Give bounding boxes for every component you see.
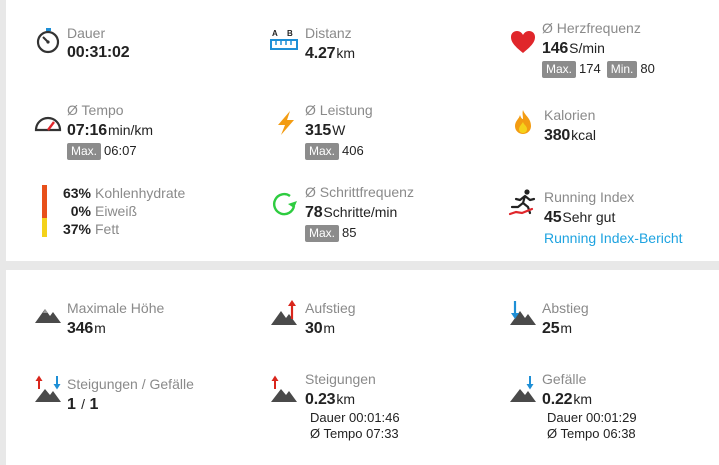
running-index-value: 45 <box>544 209 562 226</box>
running-index-report-link[interactable]: Running Index-Bericht <box>544 228 683 248</box>
declines-value: 0.22 <box>542 391 573 408</box>
distance-label: Distanz <box>305 25 352 41</box>
power-max-value: 406 <box>342 143 364 158</box>
macro-row-carbs: 63% Kohlenhydrate <box>62 185 186 201</box>
macro-bar-carbs <box>42 185 47 218</box>
heart-rate-value: 146 <box>542 40 569 57</box>
pace-unit: min/km <box>107 122 154 138</box>
cadence-unit: Schritte/min <box>323 204 398 220</box>
mountain-updown-icon <box>34 375 62 403</box>
calories-value: 380 <box>544 127 571 144</box>
macro-bar-fat <box>42 218 47 237</box>
macro-bar-icon <box>42 185 48 237</box>
inclines-duration: Dauer 00:01:46 <box>310 410 400 425</box>
svg-text:B: B <box>287 29 293 38</box>
runner-icon <box>508 188 536 216</box>
pace-value: 07:16 <box>67 122 107 139</box>
inclines-pace: Ø Tempo 07:33 <box>310 426 399 441</box>
pace-label: Ø Tempo <box>67 102 124 118</box>
power-label: Ø Leistung <box>305 102 373 118</box>
distance-value: 4.27 <box>305 45 336 62</box>
descent-label: Abstieg <box>542 300 589 316</box>
declines-pace: Ø Tempo 06:38 <box>547 426 636 441</box>
cadence-max-badge: Max. <box>305 224 340 242</box>
inclines-label: Steigungen <box>305 371 376 387</box>
max-height-value: 346 <box>67 320 94 337</box>
stopwatch-icon <box>34 27 62 55</box>
inclines-unit: km <box>336 391 356 407</box>
running-index-label: Running Index <box>544 189 635 205</box>
mountain-down-icon <box>509 375 537 403</box>
cadence-arrow-icon <box>270 190 298 218</box>
pace-max-value: 06:07 <box>104 143 137 158</box>
descent-value: 25 <box>542 320 560 337</box>
svg-text:A: A <box>272 29 278 38</box>
ascents-count: 1 <box>67 396 76 413</box>
power-value: 315 <box>305 122 332 139</box>
ascents-descents-separator: / <box>81 396 86 412</box>
power-unit: W <box>332 122 346 138</box>
mountain-down-icon <box>509 299 537 327</box>
elevation-panel: Maximale Höhe 346m Aufstieg 30m Abstieg … <box>6 270 719 465</box>
mountain-up-icon <box>270 299 298 327</box>
descents-count: 1 <box>89 396 99 413</box>
heart-rate-unit: S/min <box>569 40 605 56</box>
max-height-unit: m <box>94 320 106 336</box>
power-max-badge: Max. <box>305 142 340 160</box>
heart-rate-min-badge: Min. <box>606 60 638 78</box>
calories-label: Kalorien <box>544 107 596 123</box>
macro-row-protein: 0% Eiweiß <box>70 203 138 219</box>
macro-row-fat: 37% Fett <box>62 221 120 237</box>
mountain-icon <box>34 299 62 327</box>
pace-max-badge: Max. <box>67 142 102 160</box>
inclines-value: 0.23 <box>305 391 336 408</box>
running-index-rating: Sehr gut <box>562 209 616 225</box>
duration-value: 00:31:02 <box>67 44 130 61</box>
cadence-max-value: 85 <box>342 225 357 240</box>
ascent-value: 30 <box>305 320 323 337</box>
ascents-descents-label: Steigungen / Gefälle <box>67 376 194 392</box>
declines-duration: Dauer 00:01:29 <box>547 410 637 425</box>
cadence-label: Ø Schrittfrequenz <box>305 184 414 200</box>
cadence-value: 78 <box>305 204 323 221</box>
flame-icon <box>509 108 537 136</box>
duration-label: Dauer <box>67 25 106 41</box>
descent-unit: m <box>560 320 573 336</box>
ascent-unit: m <box>323 320 336 336</box>
distance-unit: km <box>336 45 356 61</box>
calories-unit: kcal <box>571 127 597 143</box>
declines-label: Gefälle <box>542 371 587 387</box>
declines-unit: km <box>573 391 593 407</box>
max-height-label: Maximale Höhe <box>67 300 165 316</box>
heart-icon <box>509 28 537 56</box>
heart-rate-label: Ø Herzfrequenz <box>542 20 641 36</box>
heart-rate-max-value: 174 <box>579 61 601 76</box>
heart-rate-min-value: 80 <box>640 61 655 76</box>
training-summary-panel: Dauer 00:31:02 A B Distanz 4.27km Ø Herz… <box>6 0 719 261</box>
mountain-up-icon <box>270 375 298 403</box>
speedometer-icon <box>34 108 62 136</box>
ruler-ab-icon: A B <box>270 27 298 55</box>
heart-rate-max-badge: Max. <box>542 60 577 78</box>
lightning-icon <box>272 109 300 137</box>
ascent-label: Aufstieg <box>305 300 356 316</box>
